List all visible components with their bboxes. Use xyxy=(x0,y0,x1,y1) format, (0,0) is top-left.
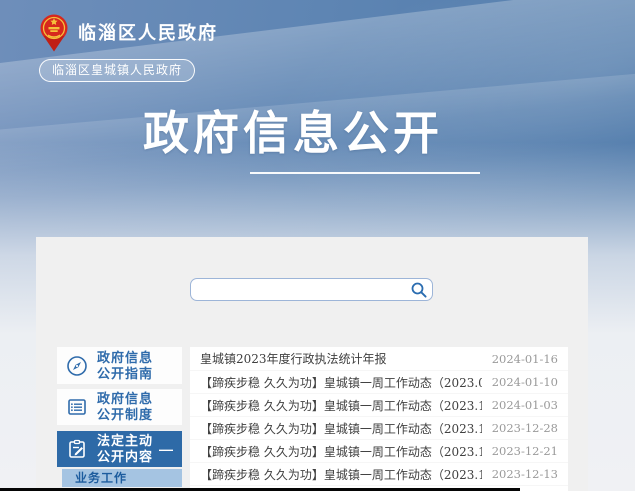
article-date: 2024-01-03 xyxy=(492,398,558,412)
article-title[interactable]: 【蹄疾步稳 久久为功】皇城镇一周工作动态（2023.12.25-2023.12.… xyxy=(200,397,482,414)
article-date: 2023-12-13 xyxy=(492,467,558,481)
list-item[interactable]: 【蹄疾步稳 久久为功】皇城镇一周工作动态（2023.12.11-2023.12.… xyxy=(190,439,568,462)
sidebar-item-gov-info-system[interactable]: 政府信息 公开制度 xyxy=(57,389,182,425)
sub-site-badge[interactable]: 临淄区皇城镇人民政府 xyxy=(39,59,195,82)
article-title[interactable]: 【蹄疾步稳 久久为功】皇城镇一周工作动态（2023.12.11-2023.12.… xyxy=(200,443,482,460)
sidebar-item-gov-info-guide[interactable]: 政府信息 公开指南 xyxy=(57,347,182,384)
article-title[interactable]: 【蹄疾步稳 久久为功】皇城镇一周工作动态（2023.01.01-2023.01.… xyxy=(200,374,482,391)
site-title: 临淄区人民政府 xyxy=(78,19,218,45)
title-underline xyxy=(250,172,480,174)
national-emblem-icon xyxy=(40,13,68,57)
sidebar-item-label: 法定主动 公开内容 xyxy=(97,433,153,465)
article-date: 2024-01-16 xyxy=(492,352,558,366)
search-input[interactable] xyxy=(199,280,399,299)
content-panel: 政府信息 公开指南 政府信息 xyxy=(36,237,588,491)
page: 临淄区人民政府 临淄区皇城镇人民政府 政府信息公开 xyxy=(0,0,635,491)
article-date: 2023-12-28 xyxy=(492,421,558,435)
article-title[interactable]: 皇城镇2023年度行政执法统计年报 xyxy=(200,350,482,367)
sidebar-subitem-business-work[interactable]: 业务工作 xyxy=(62,469,182,487)
sidebar-item-label: 政府信息 公开制度 xyxy=(97,391,153,423)
page-title: 政府信息公开 xyxy=(143,106,443,161)
list-item[interactable]: 【蹄疾步稳 久久为功】皇城镇一周工作动态（2023.12.4-2023.12.1… xyxy=(190,462,568,485)
article-date: 2023-12-21 xyxy=(492,444,558,458)
search-icon[interactable] xyxy=(411,282,427,298)
article-title[interactable]: 【蹄疾步稳 久久为功】皇城镇一周工作动态（2023.12.18-2023.12.… xyxy=(200,420,482,437)
article-list: 皇城镇2023年度行政执法统计年报 2024-01-16 【蹄疾步稳 久久为功】… xyxy=(190,347,568,491)
list-item[interactable]: 【蹄疾步稳 久久为功】皇城镇一周工作动态（2023.01.01-2023.01.… xyxy=(190,370,568,393)
search-box[interactable] xyxy=(190,278,433,301)
list-item[interactable]: 【蹄疾步稳 久久为功】皇城镇一周工作动态（2023.12.18-2023.12.… xyxy=(190,416,568,439)
article-date: 2024-01-10 xyxy=(492,375,558,389)
list-item[interactable]: 【蹄疾步稳 久久为功】皇城镇一周工作动态（2023.12.25-2023.12.… xyxy=(190,393,568,416)
clipboard-pen-icon xyxy=(57,438,97,460)
sidebar-item-statutory-disclosure[interactable]: 法定主动 公开内容 — xyxy=(57,431,182,467)
sidebar-item-label: 政府信息 公开指南 xyxy=(97,350,153,382)
compass-icon xyxy=(57,355,97,377)
article-title[interactable]: 【蹄疾步稳 久久为功】皇城镇一周工作动态（2023.12.4-2023.12.1… xyxy=(200,466,482,483)
sidebar-nav: 政府信息 公开指南 政府信息 xyxy=(57,347,182,487)
document-icon xyxy=(57,396,97,418)
collapse-minus-icon[interactable]: — xyxy=(159,441,173,457)
list-item[interactable]: 皇城镇2023年度行政执法统计年报 2024-01-16 xyxy=(190,347,568,370)
